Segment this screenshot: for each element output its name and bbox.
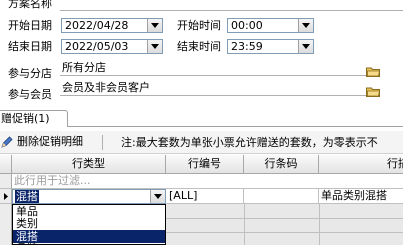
tab-gift-promotion[interactable]: 赠促销(1) bbox=[0, 110, 68, 127]
member-value: 会员及非会员客户 bbox=[62, 81, 150, 94]
member-field[interactable]: 会员及非会员客户 bbox=[60, 81, 380, 96]
row-code-cell[interactable]: [ALL] bbox=[166, 189, 244, 204]
start-date-value: 2022/04/28 bbox=[65, 19, 129, 32]
start-time-value: 00:00 bbox=[231, 19, 263, 32]
branch-label: 参与分店 bbox=[8, 67, 52, 80]
column-header-row-desc[interactable]: 行描 bbox=[319, 155, 403, 174]
row-desc-value: 单品类别混搭 bbox=[321, 189, 387, 202]
start-time-dropdown-icon[interactable] bbox=[298, 19, 313, 32]
column-header-row-code[interactable]: 行编号 bbox=[166, 155, 244, 174]
start-date-label: 开始日期 bbox=[8, 19, 52, 32]
branch-field[interactable]: 所有分店 bbox=[60, 61, 380, 76]
pencil-icon bbox=[1, 136, 13, 148]
column-header-label: 行编号 bbox=[188, 157, 221, 170]
grid-row-indicator-header bbox=[0, 155, 12, 174]
row-type-dropdown-icon[interactable] bbox=[150, 190, 165, 203]
column-header-label: 行类型 bbox=[72, 157, 105, 170]
grid-empty-area bbox=[166, 204, 403, 245]
start-date-picker[interactable]: 2022/04/28 bbox=[61, 18, 163, 33]
branch-browse-folder-icon[interactable] bbox=[366, 66, 380, 77]
tab-label: 赠促销(1) bbox=[1, 112, 50, 125]
dropdown-option[interactable]: 类别 bbox=[16, 217, 38, 230]
end-time-label: 结束时间 bbox=[177, 40, 221, 53]
row-indicator bbox=[0, 189, 12, 204]
filter-row-placeholder: 此行用于过滤... bbox=[14, 174, 91, 187]
grid-line bbox=[166, 232, 403, 233]
row-type-value: 混搭 bbox=[15, 190, 39, 203]
end-date-dropdown-icon[interactable] bbox=[147, 40, 162, 53]
indicator-column bbox=[0, 204, 12, 245]
member-label: 参与会员 bbox=[8, 88, 52, 101]
filter-row-indicator bbox=[0, 174, 12, 189]
column-header-row-type[interactable]: 行类型 bbox=[12, 155, 166, 174]
column-header-row-barcode[interactable]: 行条码 bbox=[244, 155, 319, 174]
scheme-name-label: 方案名称 bbox=[8, 0, 52, 10]
delete-promotion-label: 删除促销明细 bbox=[17, 135, 83, 148]
end-time-picker[interactable]: 23:59 bbox=[227, 39, 314, 54]
column-header-label: 行描 bbox=[387, 157, 403, 170]
end-date-value: 2022/05/03 bbox=[65, 40, 129, 53]
filter-row[interactable]: 此行用于过滤... bbox=[12, 174, 403, 189]
toolbar-separator bbox=[102, 135, 103, 150]
member-browse-folder-icon[interactable] bbox=[366, 86, 380, 97]
toolbar-note: 注:最大套数为单张小票允许赠送的套数，为零表示不 bbox=[121, 136, 378, 149]
branch-value: 所有分店 bbox=[62, 61, 106, 74]
start-time-label: 开始时间 bbox=[177, 19, 221, 32]
row-code-value: [ALL] bbox=[169, 189, 198, 202]
row-type-cell[interactable]: 混搭 bbox=[12, 189, 166, 204]
scheme-name-underline[interactable] bbox=[60, 10, 403, 11]
row-type-dropdown-list[interactable]: 单品 类别 混搭 品牌 bbox=[12, 204, 166, 245]
end-time-dropdown-icon[interactable] bbox=[298, 40, 313, 53]
start-time-picker[interactable]: 00:00 bbox=[227, 18, 314, 33]
grid-line bbox=[166, 218, 403, 219]
grid-line bbox=[319, 204, 320, 245]
end-time-value: 23:59 bbox=[231, 40, 263, 53]
row-barcode-cell[interactable] bbox=[244, 189, 319, 204]
grid-line bbox=[244, 204, 245, 245]
end-date-picker[interactable]: 2022/05/03 bbox=[61, 39, 163, 54]
row-desc-cell[interactable]: 单品类别混搭 bbox=[319, 189, 403, 204]
column-header-label: 行条码 bbox=[264, 157, 298, 170]
start-date-dropdown-icon[interactable] bbox=[147, 19, 162, 32]
end-date-label: 结束日期 bbox=[8, 40, 52, 53]
current-row-arrow-icon bbox=[4, 193, 8, 200]
